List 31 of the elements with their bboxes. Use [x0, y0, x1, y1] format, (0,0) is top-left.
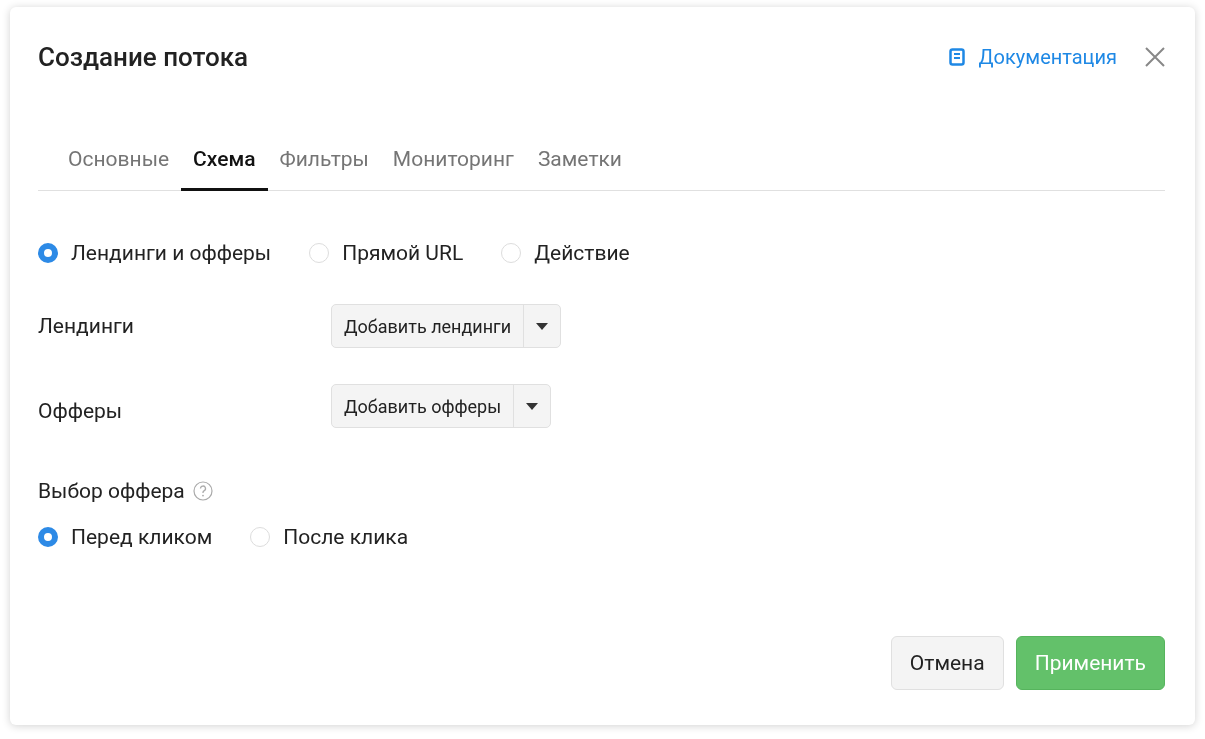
tab[interactable]: Основные: [56, 147, 182, 191]
radio-button[interactable]: [38, 527, 58, 547]
radio-label: Действие: [534, 241, 630, 265]
dialog-title: Создание потока: [38, 42, 250, 72]
caret-icon: [536, 322, 549, 330]
field-label: Офферы: [38, 398, 124, 423]
field-label: Выбор оффера: [38, 479, 185, 503]
add-button[interactable]: Добавить лендинги: [332, 305, 524, 347]
add-dropdown[interactable]: Добавить лендинги: [331, 304, 562, 348]
tab[interactable]: Схема: [181, 147, 268, 191]
help-icon[interactable]: [192, 481, 213, 501]
radio-option[interactable]: Действие: [501, 241, 630, 265]
radio-option[interactable]: Перед кликом: [38, 525, 213, 549]
radio-button[interactable]: [38, 243, 58, 263]
tab[interactable]: Заметки: [525, 147, 634, 191]
add-button[interactable]: Добавить офферы: [332, 385, 514, 427]
field-label: Лендинги: [38, 314, 135, 338]
close-button[interactable]: [1145, 47, 1165, 67]
add-dropdown[interactable]: Добавить офферы: [331, 384, 552, 428]
radio-option[interactable]: Прямой URL: [309, 241, 464, 265]
cancel-button[interactable]: Отмена: [890, 636, 1004, 690]
radio-option[interactable]: После клика: [250, 525, 409, 549]
documentation-link[interactable]: Документация: [948, 45, 1117, 69]
radio-label: Прямой URL: [342, 241, 464, 265]
close-icon: [1145, 47, 1165, 67]
book-icon: [948, 48, 965, 66]
caret-icon: [526, 402, 539, 410]
tab[interactable]: Мониторинг: [380, 147, 526, 191]
radio-label: Перед кликом: [71, 525, 213, 549]
tab[interactable]: Фильтры: [267, 147, 381, 191]
radio-label: После клика: [283, 525, 409, 549]
